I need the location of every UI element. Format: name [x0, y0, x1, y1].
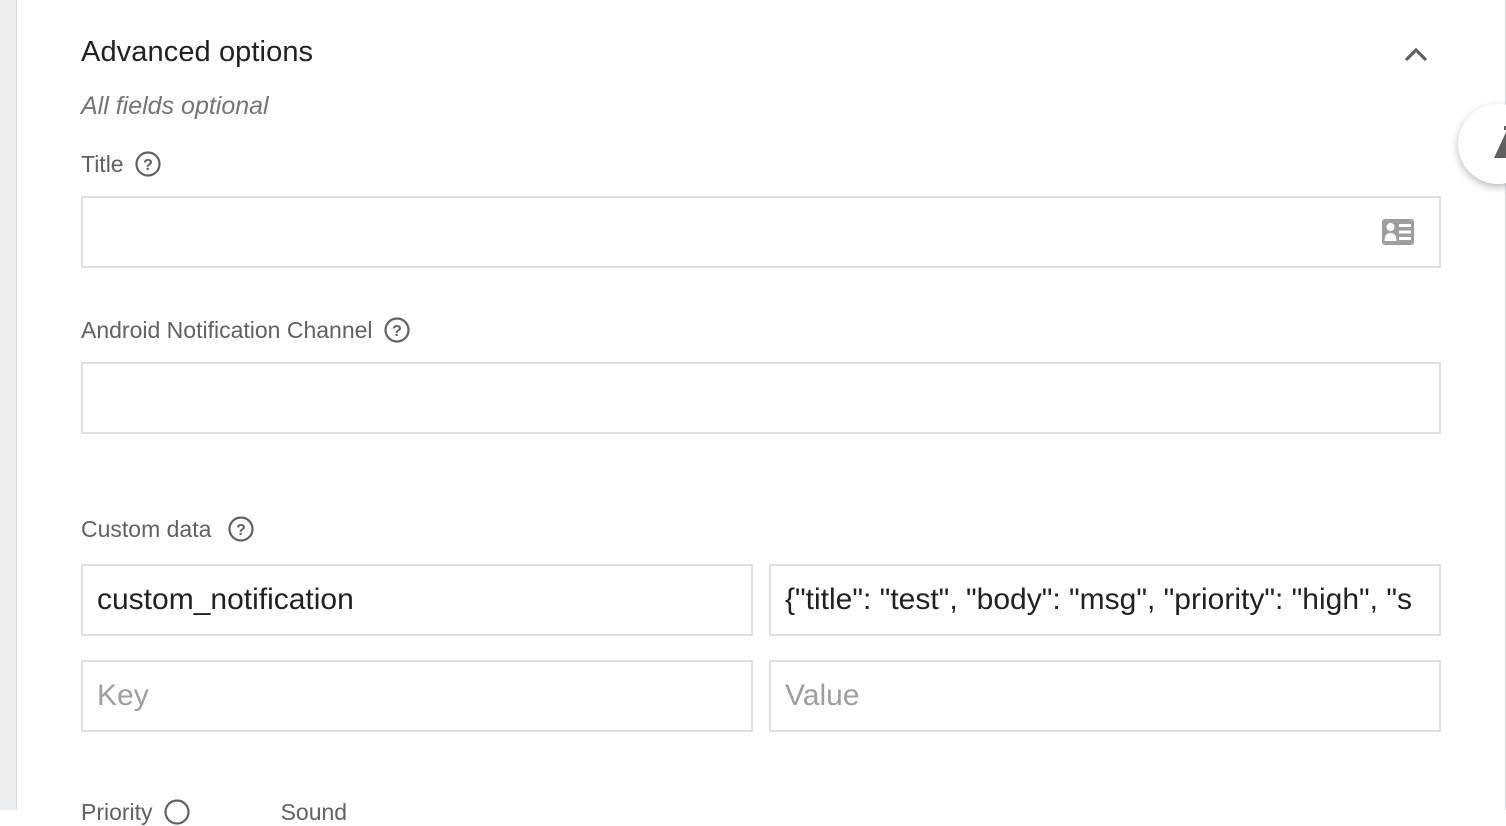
android-channel-field[interactable] [81, 362, 1441, 434]
chevron-up-icon [1403, 46, 1429, 67]
android-channel-label-text: Android Notification Channel [81, 316, 373, 343]
help-circle-icon[interactable]: ? [383, 316, 411, 344]
sound-label-text: Sound [280, 798, 348, 825]
priority-label: Priority Sound [81, 798, 347, 826]
custom-data-label: Custom data ? [81, 515, 255, 543]
custom-data-label-text: Custom data [81, 515, 212, 542]
help-circle-icon[interactable]: ? [134, 150, 162, 178]
title-label: Title ? [81, 150, 162, 178]
custom-data-key-input-empty[interactable] [83, 662, 751, 730]
svg-text:?: ? [392, 323, 402, 340]
title-input[interactable] [83, 198, 1439, 266]
left-rail [0, 0, 17, 810]
custom-data-value-input[interactable] [771, 566, 1439, 634]
android-channel-label: Android Notification Channel ? [81, 316, 411, 344]
title-field[interactable] [81, 196, 1441, 268]
custom-data-value-field[interactable] [769, 564, 1441, 636]
help-circle-icon[interactable] [163, 798, 191, 826]
priority-label-text: Priority [81, 798, 153, 825]
custom-data-key-field-empty[interactable] [81, 660, 753, 732]
custom-data-key-field[interactable] [81, 564, 753, 636]
svg-text:?: ? [143, 157, 153, 174]
custom-data-value-field-empty[interactable] [769, 660, 1441, 732]
custom-data-key-input[interactable] [83, 566, 751, 634]
svg-text:?: ? [237, 522, 247, 539]
section-title: Advanced options [81, 36, 314, 68]
android-channel-input[interactable] [83, 364, 1439, 432]
custom-data-value-input-empty[interactable] [771, 662, 1439, 730]
collapse-button[interactable] [1398, 40, 1434, 72]
contact-card-icon[interactable] [1381, 218, 1415, 251]
feedback-triangle-icon [1492, 126, 1506, 167]
section-subtitle: All fields optional [81, 92, 269, 120]
help-circle-icon[interactable]: ? [227, 515, 255, 543]
title-label-text: Title [81, 150, 124, 177]
floating-feedback-button[interactable] [1458, 104, 1506, 184]
